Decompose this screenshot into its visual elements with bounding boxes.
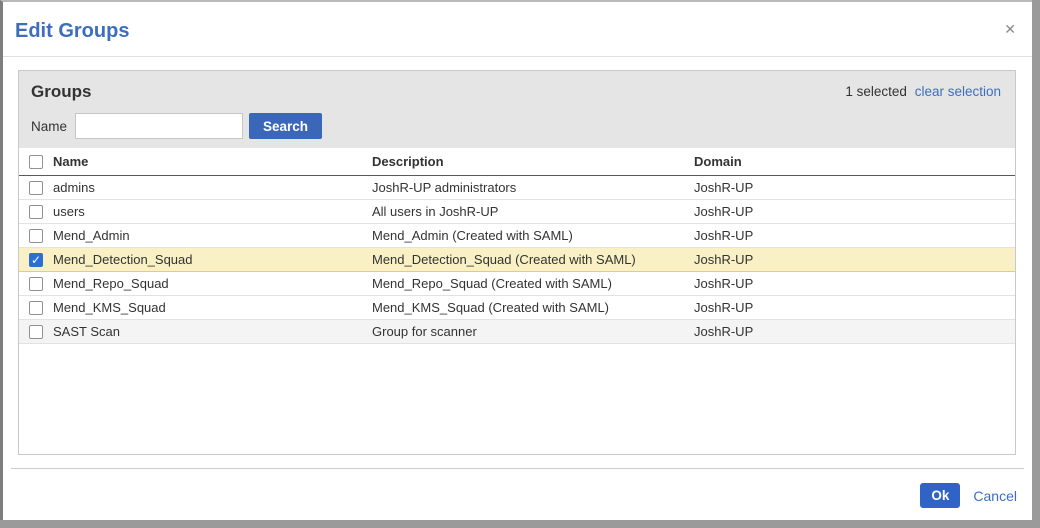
- window-frame: Edit Groups ✕ Groups 1 selected clear se…: [0, 0, 1040, 528]
- ok-button[interactable]: Ok: [920, 483, 960, 508]
- cell-domain: JoshR-UP: [694, 247, 1015, 271]
- page-title: Edit Groups: [3, 2, 1032, 43]
- table-row[interactable]: adminsJoshR-UP administratorsJoshR-UP: [19, 175, 1015, 199]
- cell-description: Mend_Repo_Squad (Created with SAML): [372, 271, 694, 295]
- column-header-domain: Domain: [694, 148, 1015, 175]
- table-row[interactable]: SAST ScanGroup for scannerJoshR-UP: [19, 319, 1015, 343]
- cell-name: Mend_Detection_Squad: [53, 247, 372, 271]
- cell-name: Mend_KMS_Squad: [53, 295, 372, 319]
- table-row[interactable]: Mend_KMS_SquadMend_KMS_Squad (Created wi…: [19, 295, 1015, 319]
- table-row[interactable]: Mend_Detection_SquadMend_Detection_Squad…: [19, 247, 1015, 271]
- cell-domain: JoshR-UP: [694, 199, 1015, 223]
- cancel-link[interactable]: Cancel: [973, 488, 1017, 504]
- cell-domain: JoshR-UP: [694, 295, 1015, 319]
- row-checkbox[interactable]: [29, 253, 43, 267]
- table-row[interactable]: usersAll users in JoshR-UPJoshR-UP: [19, 199, 1015, 223]
- select-all-checkbox[interactable]: [29, 155, 43, 169]
- column-header-name: Name: [53, 148, 372, 175]
- search-input[interactable]: [75, 113, 243, 139]
- search-button[interactable]: Search: [249, 113, 322, 139]
- cell-domain: JoshR-UP: [694, 319, 1015, 343]
- cell-name: users: [53, 199, 372, 223]
- cell-description: Mend_Detection_Squad (Created with SAML): [372, 247, 694, 271]
- cell-domain: JoshR-UP: [694, 223, 1015, 247]
- selection-info: 1 selected clear selection: [845, 84, 1001, 99]
- cell-name: admins: [53, 175, 372, 199]
- table-row[interactable]: Mend_AdminMend_Admin (Created with SAML)…: [19, 223, 1015, 247]
- selected-count: 1 selected: [845, 84, 907, 99]
- column-header-description: Description: [372, 148, 694, 175]
- cell-name: SAST Scan: [53, 319, 372, 343]
- row-checkbox[interactable]: [29, 325, 43, 339]
- row-checkbox[interactable]: [29, 301, 43, 315]
- table-header-row: Name Description Domain: [19, 148, 1015, 175]
- row-checkbox[interactable]: [29, 229, 43, 243]
- cell-description: Group for scanner: [372, 319, 694, 343]
- table-row[interactable]: Mend_Repo_SquadMend_Repo_Squad (Created …: [19, 271, 1015, 295]
- panel-header: Groups 1 selected clear selection Name S…: [19, 71, 1015, 148]
- cell-description: Mend_KMS_Squad (Created with SAML): [372, 295, 694, 319]
- cell-description: JoshR-UP administrators: [372, 175, 694, 199]
- row-checkbox[interactable]: [29, 277, 43, 291]
- name-label: Name: [31, 119, 67, 134]
- cell-domain: JoshR-UP: [694, 175, 1015, 199]
- table-body: adminsJoshR-UP administratorsJoshR-UPuse…: [19, 175, 1015, 343]
- dialog-header: Edit Groups ✕: [3, 2, 1032, 57]
- cell-name: Mend_Admin: [53, 223, 372, 247]
- cell-description: All users in JoshR-UP: [372, 199, 694, 223]
- edit-groups-dialog: Edit Groups ✕ Groups 1 selected clear se…: [0, 0, 1032, 520]
- groups-table: Name Description Domain adminsJoshR-UP a…: [19, 148, 1015, 344]
- row-checkbox[interactable]: [29, 205, 43, 219]
- row-checkbox[interactable]: [29, 181, 43, 195]
- cell-description: Mend_Admin (Created with SAML): [372, 223, 694, 247]
- cell-name: Mend_Repo_Squad: [53, 271, 372, 295]
- footer-divider: [11, 468, 1024, 469]
- groups-panel: Groups 1 selected clear selection Name S…: [18, 70, 1016, 455]
- close-icon[interactable]: ✕: [1004, 22, 1016, 36]
- search-row: Name Search: [31, 113, 1001, 139]
- cell-domain: JoshR-UP: [694, 271, 1015, 295]
- dialog-footer: Ok Cancel: [920, 483, 1017, 508]
- clear-selection-link[interactable]: clear selection: [915, 84, 1001, 99]
